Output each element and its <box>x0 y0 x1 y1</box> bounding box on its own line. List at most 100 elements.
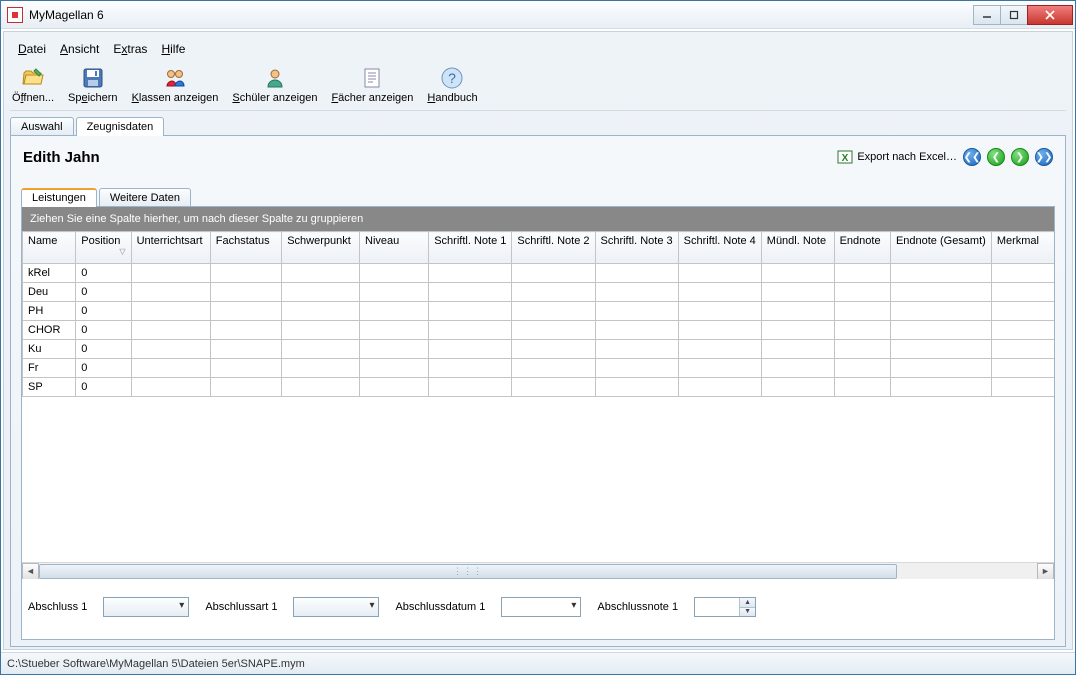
cell[interactable] <box>761 321 834 340</box>
cell[interactable] <box>890 340 991 359</box>
menu-hilfe[interactable]: Hilfe <box>155 40 191 58</box>
cell[interactable] <box>210 321 281 340</box>
table-row[interactable]: Fr0 <box>23 359 1055 378</box>
cell[interactable] <box>429 283 512 302</box>
cell[interactable]: 0 <box>76 283 131 302</box>
cell[interactable] <box>678 302 761 321</box>
menu-ansicht[interactable]: Ansicht <box>54 40 105 58</box>
cell[interactable]: 0 <box>76 302 131 321</box>
tab-auswahl[interactable]: Auswahl <box>10 117 74 136</box>
cell[interactable]: Fr <box>23 359 76 378</box>
group-by-bar[interactable]: Ziehen Sie eine Spalte hierher, um nach … <box>22 207 1054 231</box>
cell[interactable] <box>429 321 512 340</box>
cell[interactable] <box>360 378 429 397</box>
col-unterrichtsart[interactable]: Unterrichtsart <box>131 232 210 264</box>
col-note4[interactable]: Schriftl. Note 4 <box>678 232 761 264</box>
cell[interactable] <box>512 378 595 397</box>
grid-scroll[interactable]: Name Position▽ Unterrichtsart Fachstatus… <box>22 231 1054 397</box>
tab-zeugnisdaten[interactable]: Zeugnisdaten <box>76 117 165 136</box>
cell[interactable]: Deu <box>23 283 76 302</box>
nav-first-button[interactable]: ❮❮ <box>963 148 981 166</box>
cell[interactable] <box>131 378 210 397</box>
cell[interactable] <box>991 302 1054 321</box>
col-endnote-gesamt[interactable]: Endnote (Gesamt) <box>890 232 991 264</box>
horizontal-scrollbar[interactable]: ◄ ⋮⋮⋮ ► <box>22 562 1054 579</box>
subtab-leistungen[interactable]: Leistungen <box>21 188 97 207</box>
cell[interactable] <box>131 321 210 340</box>
cell[interactable] <box>282 283 360 302</box>
nav-last-button[interactable]: ❯❯ <box>1035 148 1053 166</box>
manual-button[interactable]: ? Handbuch <box>427 66 477 104</box>
cell[interactable] <box>678 378 761 397</box>
col-fachstatus[interactable]: Fachstatus <box>210 232 281 264</box>
cell[interactable] <box>210 302 281 321</box>
cell[interactable] <box>678 283 761 302</box>
table-row[interactable]: Deu0 <box>23 283 1055 302</box>
cell[interactable] <box>678 359 761 378</box>
cell[interactable] <box>761 264 834 283</box>
cell[interactable] <box>595 378 678 397</box>
cell[interactable] <box>595 340 678 359</box>
date-abschlussdatum[interactable] <box>501 597 581 617</box>
cell[interactable] <box>360 321 429 340</box>
cell[interactable]: PH <box>23 302 76 321</box>
scroll-thumb[interactable]: ⋮⋮⋮ <box>39 564 897 579</box>
cell[interactable] <box>834 359 890 378</box>
col-name[interactable]: Name <box>23 232 76 264</box>
spinner-up-button[interactable]: ▲ <box>739 598 755 607</box>
cell[interactable] <box>890 264 991 283</box>
cell[interactable]: 0 <box>76 321 131 340</box>
col-endnote[interactable]: Endnote <box>834 232 890 264</box>
cell[interactable] <box>761 378 834 397</box>
scroll-track[interactable]: ⋮⋮⋮ <box>39 563 1037 580</box>
cell[interactable] <box>360 283 429 302</box>
table-row[interactable]: kRel0 <box>23 264 1055 283</box>
cell[interactable] <box>210 340 281 359</box>
cell[interactable] <box>890 359 991 378</box>
nav-prev-button[interactable]: ❮ <box>987 148 1005 166</box>
cell[interactable] <box>761 283 834 302</box>
col-note2[interactable]: Schriftl. Note 2 <box>512 232 595 264</box>
cell[interactable] <box>512 302 595 321</box>
cell[interactable] <box>512 283 595 302</box>
scroll-right-button[interactable]: ► <box>1037 563 1054 580</box>
cell[interactable] <box>282 302 360 321</box>
open-button[interactable]: Öffnen... <box>12 66 54 104</box>
cell[interactable] <box>678 340 761 359</box>
cell[interactable] <box>991 264 1054 283</box>
cell[interactable] <box>595 359 678 378</box>
cell[interactable] <box>131 302 210 321</box>
cell[interactable]: 0 <box>76 378 131 397</box>
combo-abschlussart[interactable] <box>293 597 379 617</box>
table-row[interactable]: SP0 <box>23 378 1055 397</box>
menu-extras[interactable]: Extras <box>107 40 153 58</box>
cell[interactable] <box>282 340 360 359</box>
nav-next-button[interactable]: ❯ <box>1011 148 1029 166</box>
cell[interactable] <box>210 264 281 283</box>
export-excel-button[interactable]: X Export nach Excel… <box>837 149 957 165</box>
cell[interactable]: 0 <box>76 264 131 283</box>
cell[interactable] <box>991 321 1054 340</box>
col-muendl[interactable]: Mündl. Note <box>761 232 834 264</box>
menu-datei[interactable]: Datei <box>12 40 52 58</box>
cell[interactable]: Ku <box>23 340 76 359</box>
cell[interactable] <box>360 359 429 378</box>
cell[interactable] <box>360 302 429 321</box>
cell[interactable] <box>429 378 512 397</box>
cell[interactable] <box>890 321 991 340</box>
col-note1[interactable]: Schriftl. Note 1 <box>429 232 512 264</box>
show-students-button[interactable]: Schüler anzeigen <box>232 66 317 104</box>
table-row[interactable]: CHOR0 <box>23 321 1055 340</box>
cell[interactable] <box>595 264 678 283</box>
cell[interactable]: 0 <box>76 359 131 378</box>
cell[interactable] <box>834 378 890 397</box>
cell[interactable] <box>761 302 834 321</box>
combo-abschluss[interactable] <box>103 597 189 617</box>
cell[interactable] <box>834 302 890 321</box>
save-button[interactable]: Speichern <box>68 66 118 104</box>
cell[interactable] <box>512 264 595 283</box>
table-row[interactable]: PH0 <box>23 302 1055 321</box>
cell[interactable] <box>429 264 512 283</box>
cell[interactable] <box>360 340 429 359</box>
show-classes-button[interactable]: Klassen anzeigen <box>132 66 219 104</box>
